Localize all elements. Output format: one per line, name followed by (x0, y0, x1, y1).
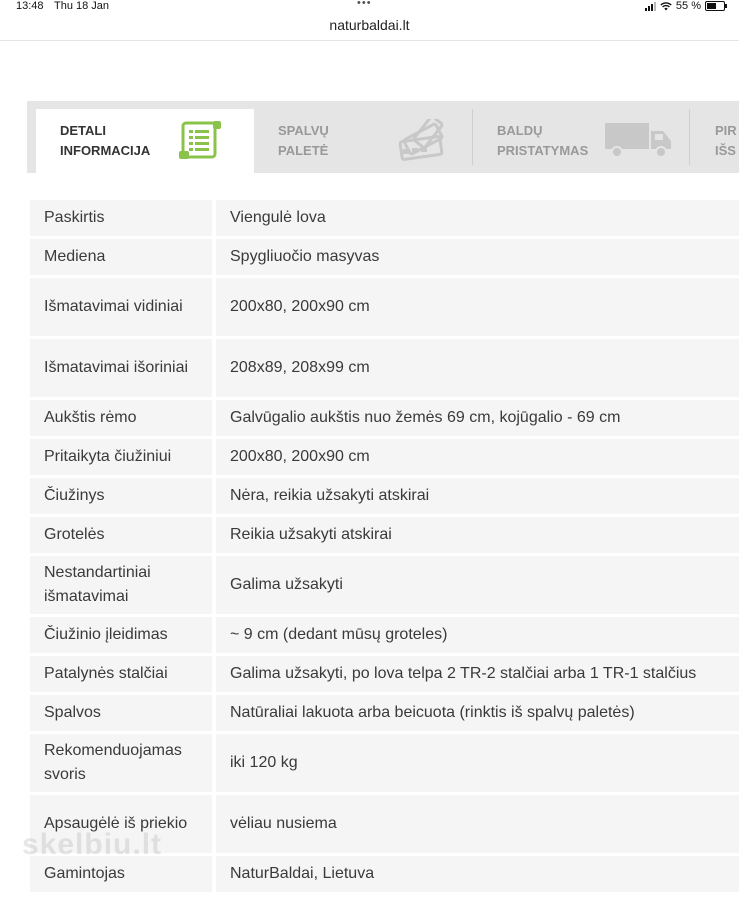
address-bar[interactable]: naturbaldai.lt (0, 14, 739, 41)
table-row: Rekomenduojamas svoris iki 120 kg (30, 734, 739, 792)
cellular-signal-icon (644, 1, 656, 11)
tab-label: PIR IŠS (715, 123, 737, 158)
spec-value: vėliau nusiema (216, 795, 739, 853)
status-date: Thu 18 Jan (54, 0, 110, 12)
table-row: Paskirtis Viengulė lova (30, 200, 739, 236)
spec-value: NaturBaldai, Lietuva (216, 856, 739, 892)
spec-key: Aukštis rėmo (30, 400, 216, 436)
table-row: Grotelės Reikia užsakyti atskirai (30, 517, 739, 553)
spec-value: Galima užsakyti (216, 556, 739, 614)
table-row: Mediena Spygliuočio masyvas (30, 239, 739, 275)
spec-key: Čiužinio įleidimas (30, 617, 216, 653)
table-row: Išmatavimai vidiniai 200x80, 200x90 cm (30, 278, 739, 336)
spec-value: 208x89, 208x99 cm (216, 339, 739, 397)
spec-value: Galvūgalio aukštis nuo žemės 69 cm, kojū… (216, 400, 739, 436)
tab-label: BALDŲ PRISTATYMAS (497, 123, 589, 158)
battery-percent: 55 % (675, 0, 701, 12)
document-list-icon (179, 121, 221, 159)
delivery-truck-icon (605, 123, 671, 158)
tab-spalvu-palete[interactable]: SPALVŲ PALETĖ (254, 109, 472, 173)
spec-value: Reikia užsakyti atskirai (216, 517, 739, 553)
spec-key: Čiužinys (30, 478, 216, 514)
spec-key: Patalynės stalčiai (30, 656, 216, 692)
spec-value: Viengulė lova (216, 200, 739, 236)
table-row: Čiužinio įleidimas ~ 9 cm (dedant mūsų gr… (30, 617, 739, 653)
table-row: Nestandartiniai išmatavimai Galima užsaky… (30, 556, 739, 614)
spec-value: Natūraliai lakuota arba beicuota (rinkti… (216, 695, 739, 731)
tab-partial[interactable]: PIR IŠS (690, 109, 739, 173)
table-row: Spalvos Natūraliai lakuota arba beicuota … (30, 695, 739, 731)
spec-key: Grotelės (30, 517, 216, 553)
color-palette-icon (398, 119, 444, 161)
table-row: Patalynės stalčiai Galima užsakyti, po lo… (30, 656, 739, 692)
status-time: 13:48 (16, 0, 44, 12)
tab-baldu-pristatymas[interactable]: BALDŲ PRISTATYMAS (473, 109, 689, 173)
spec-value: 200x80, 200x90 cm (216, 278, 739, 336)
watermark: skelbiu.lt (22, 828, 163, 861)
multitasking-dots-icon[interactable]: ••• (357, 0, 372, 9)
tab-detali-informacija[interactable]: DETALI INFORMACIJA (36, 109, 254, 173)
table-row: Aukštis rėmo Galvūgalio aukštis nuo žemės… (30, 400, 739, 436)
spec-value: Spygliuočio masyvas (216, 239, 739, 275)
table-row: Čiužinys Nėra, reikia užsakyti atskirai (30, 478, 739, 514)
url-text[interactable]: naturbaldai.lt (329, 17, 409, 33)
spec-value: 200x80, 200x90 cm (216, 439, 739, 475)
spec-value: Nėra, reikia užsakyti atskirai (216, 478, 739, 514)
spec-value: Galima užsakyti, po lova telpa 2 TR-2 st… (216, 656, 739, 692)
spec-key: Spalvos (30, 695, 216, 731)
product-specs-table: Paskirtis Viengulė lova Mediena Spygliuočio… (30, 197, 739, 895)
spec-key: Išmatavimai vidiniai (30, 278, 216, 336)
spec-key: Išmatavimai išoriniai (30, 339, 216, 397)
spec-key: Nestandartiniai išmatavimai (30, 556, 216, 614)
tab-label: SPALVŲ PALETĖ (278, 123, 329, 158)
spec-key: Pritaikyta čiužiniui (30, 439, 216, 475)
product-info-tabs: DETALI INFORMACIJA SPALVŲ PALETĖ BALDŲ P… (27, 101, 739, 173)
spec-key: Mediena (30, 239, 216, 275)
battery-icon (705, 1, 727, 11)
wifi-icon (660, 1, 672, 10)
spec-key: Paskirtis (30, 200, 216, 236)
table-row: Pritaikyta čiužiniui 200x80, 200x90 cm (30, 439, 739, 475)
spec-key: Rekomenduojamas svoris (30, 734, 216, 792)
status-bar: 13:48 Thu 18 Jan ••• 55 % (0, 0, 739, 14)
tab-label: DETALI INFORMACIJA (60, 123, 151, 158)
spec-value: iki 120 kg (216, 734, 739, 792)
table-row: Išmatavimai išoriniai 208x89, 208x99 cm (30, 339, 739, 397)
spec-value: ~ 9 cm (dedant mūsų groteles) (216, 617, 739, 653)
status-indicators: 55 % (644, 0, 727, 12)
